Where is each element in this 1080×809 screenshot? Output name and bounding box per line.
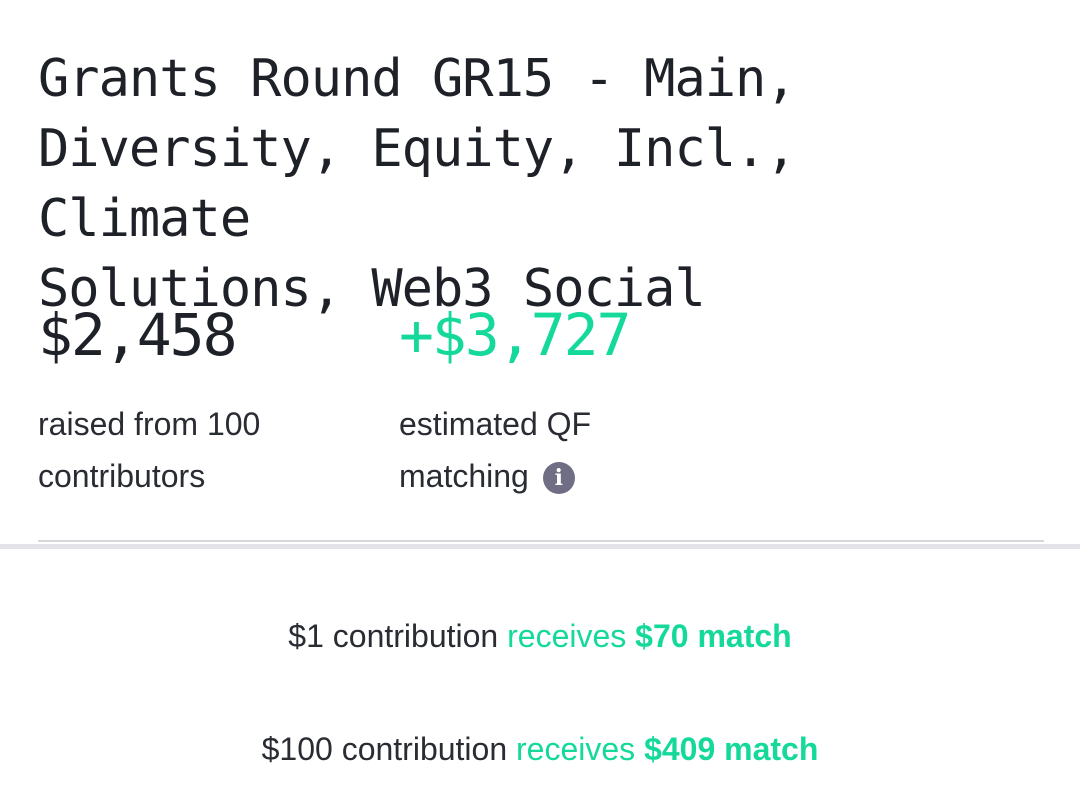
matching-caption: estimated QF matching i: [399, 398, 719, 502]
matching-caption-line-2: matching: [399, 458, 529, 494]
match-estimate-row: $1 contribution receives $70 match: [0, 616, 1080, 656]
receives-label: receives: [516, 731, 636, 767]
match-estimate-row: $100 contribution receives $409 match: [0, 729, 1080, 769]
round-title-line-1: Grants Round GR15 - Main,: [38, 49, 797, 109]
raised-caption-line-1: raised from 100: [38, 406, 261, 442]
matching-stat: +$3,727 estimated QF matching i: [399, 300, 719, 502]
round-title-line-2: Diversity, Equity, Incl., Climate: [38, 119, 797, 249]
stats-divider: [38, 540, 1044, 542]
round-title: Grants Round GR15 - Main, Diversity, Equ…: [38, 44, 1038, 324]
receives-label: receives: [507, 618, 627, 654]
matching-caption-line-1: estimated QF: [399, 406, 592, 442]
matching-amount: +$3,727: [399, 301, 631, 369]
match-amount: $70 match: [635, 618, 792, 654]
match-amount: $409 match: [644, 731, 819, 767]
raised-caption-line-2: contributors: [38, 458, 206, 494]
raised-stat: $2,458 raised from 100 contributors: [38, 300, 338, 502]
contribution-amount: $1 contribution: [288, 618, 499, 654]
contribution-amount: $100 contribution: [261, 731, 508, 767]
section-divider: [0, 544, 1080, 549]
raised-caption: raised from 100 contributors: [38, 398, 338, 502]
raised-amount: $2,458: [38, 301, 238, 369]
info-icon[interactable]: i: [542, 462, 575, 494]
